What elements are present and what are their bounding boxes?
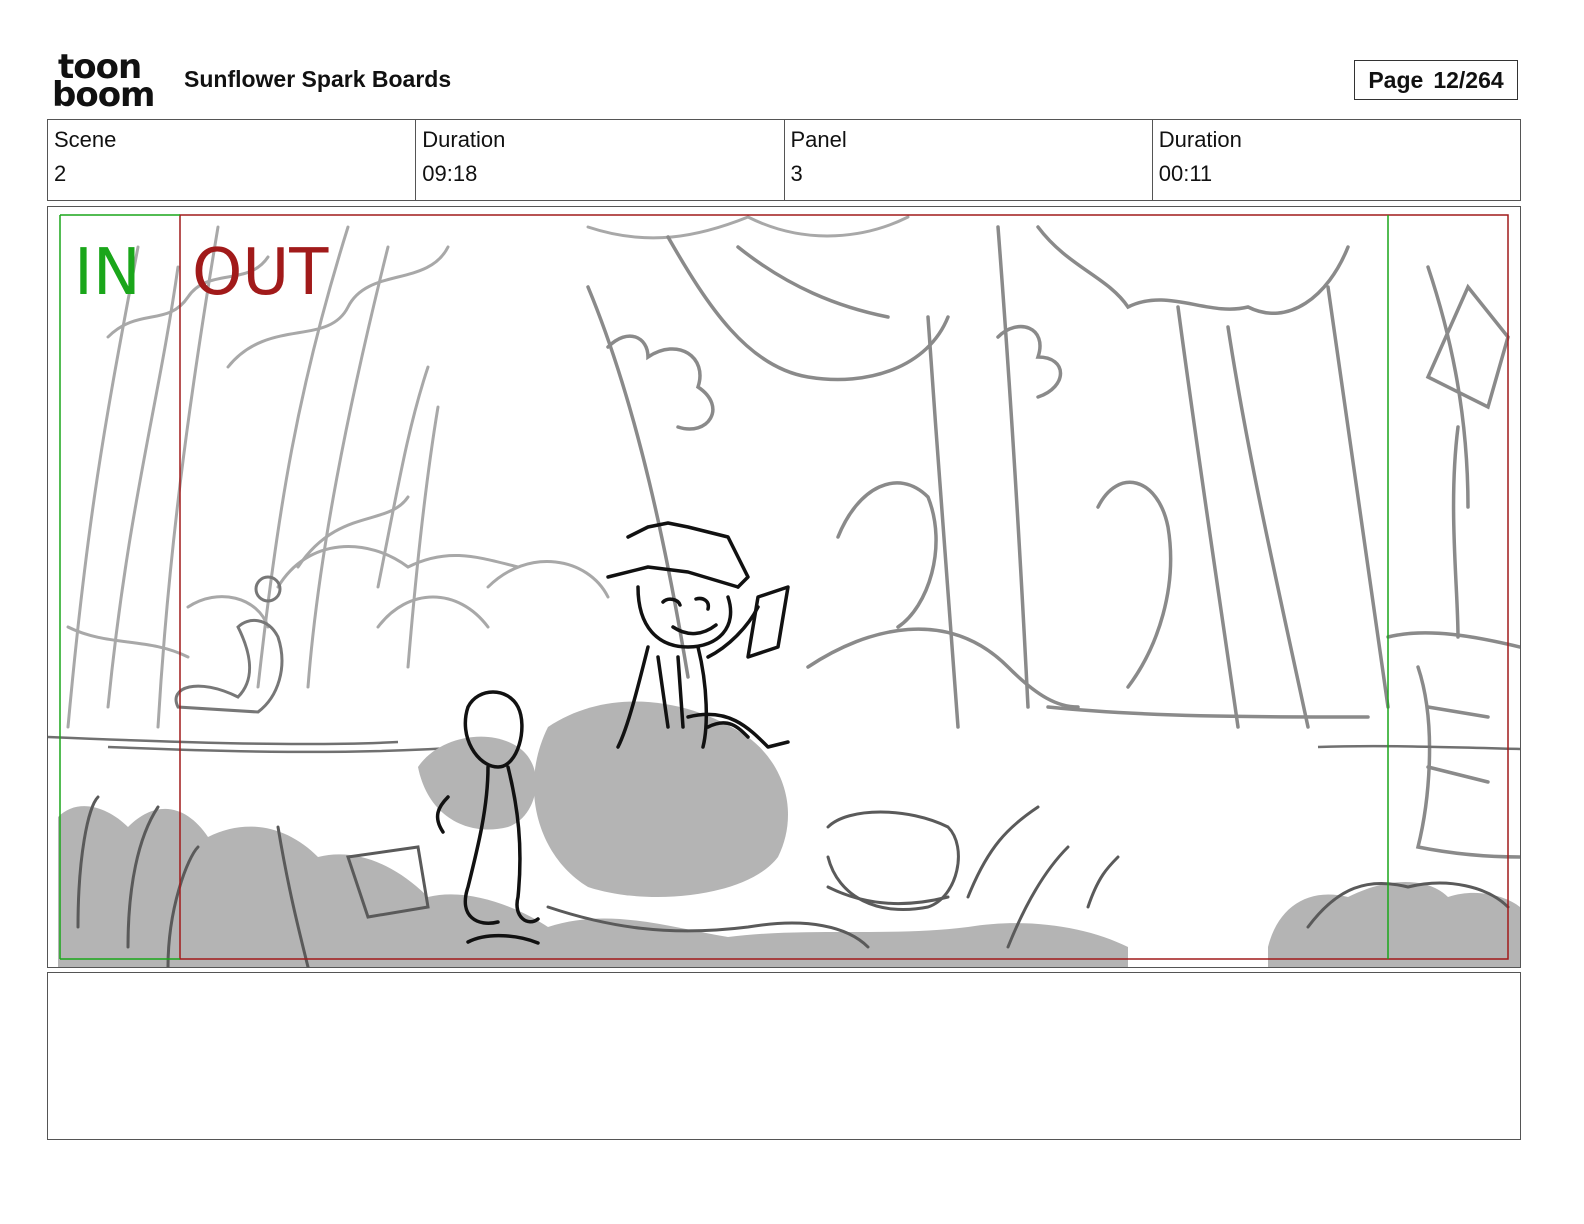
- panel-cell: Panel 3: [785, 120, 1153, 200]
- logo-line-2: boom: [52, 75, 155, 115]
- scene-cell: Scene 2: [48, 120, 417, 200]
- scene-duration-value: 09:18: [422, 161, 478, 186]
- notes-box[interactable]: [47, 972, 1521, 1140]
- app-title: Sunflower Spark Boards: [184, 66, 452, 92]
- panel-duration-cell: Duration 00:11: [1153, 120, 1520, 200]
- panel-duration-label: Duration: [1158, 127, 1242, 152]
- page-indicator: Page 12/264: [1354, 60, 1518, 100]
- toon-boom-logo: toon boom: [52, 50, 164, 115]
- panel-label: Panel: [790, 127, 847, 152]
- panel-duration-value: 00:11: [1158, 161, 1213, 186]
- scene-duration-cell: Duration 09:18: [416, 120, 785, 200]
- storyboard-sketch-icon: [48, 214, 1520, 967]
- info-table: Scene 2 Duration 09:18 Panel 3 Duration …: [47, 119, 1521, 201]
- page-label: Page: [1368, 66, 1424, 93]
- in-label: IN: [74, 236, 141, 310]
- storyboard-panel: IN OUT: [47, 206, 1521, 968]
- scene-value: 2: [54, 161, 67, 186]
- out-label: OUT: [192, 236, 329, 310]
- panel-value: 3: [790, 161, 803, 186]
- scene-duration-label: Duration: [422, 127, 506, 152]
- page-number: 12/264: [1433, 66, 1504, 93]
- scene-label: Scene: [54, 127, 117, 152]
